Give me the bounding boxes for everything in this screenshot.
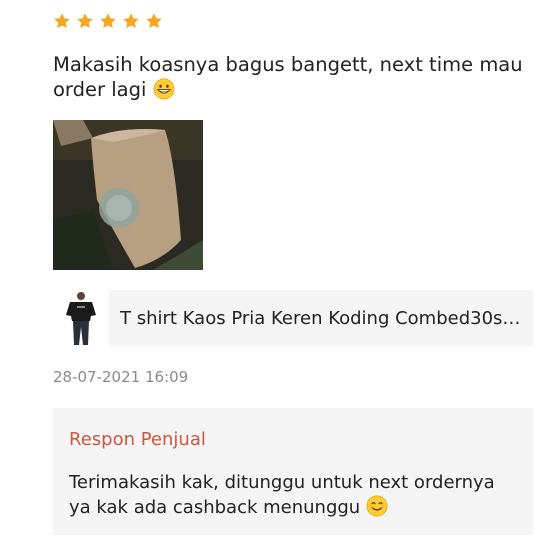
smiling-face-icon bbox=[366, 495, 388, 517]
tshirt-model-icon bbox=[66, 292, 96, 345]
star-icon bbox=[100, 13, 116, 29]
rating-stars bbox=[53, 12, 163, 32]
seller-response-text: Terimakasih kak, ditunggu untuk next ord… bbox=[69, 472, 495, 518]
review-timestamp: 28-07-2021 16:09 bbox=[53, 368, 189, 386]
product-card[interactable]: T shirt Kaos Pria Keren Koding Combed30s… bbox=[53, 290, 533, 346]
review-photo[interactable] bbox=[53, 120, 203, 270]
star-icon bbox=[77, 13, 93, 29]
star-icon bbox=[123, 13, 139, 29]
seller-response-title: Respon Penjual bbox=[69, 429, 206, 450]
product-name: T shirt Kaos Pria Keren Koding Combed30s… bbox=[120, 307, 525, 329]
product-thumbnail bbox=[53, 290, 109, 346]
review-photo-image bbox=[53, 120, 203, 270]
seller-response-text-block: Terimakasih kak, ditunggu untuk next ord… bbox=[69, 470, 519, 520]
grinning-face-icon bbox=[153, 78, 175, 100]
review-text-block: Makasih koasnya bagus bangett, next time… bbox=[53, 52, 538, 102]
star-icon bbox=[54, 13, 70, 29]
star-icon bbox=[146, 13, 162, 29]
review-text: Makasih koasnya bagus bangett, next time… bbox=[53, 53, 523, 101]
seller-response-box: Respon Penjual Terimakasih kak, ditunggu… bbox=[53, 408, 533, 535]
